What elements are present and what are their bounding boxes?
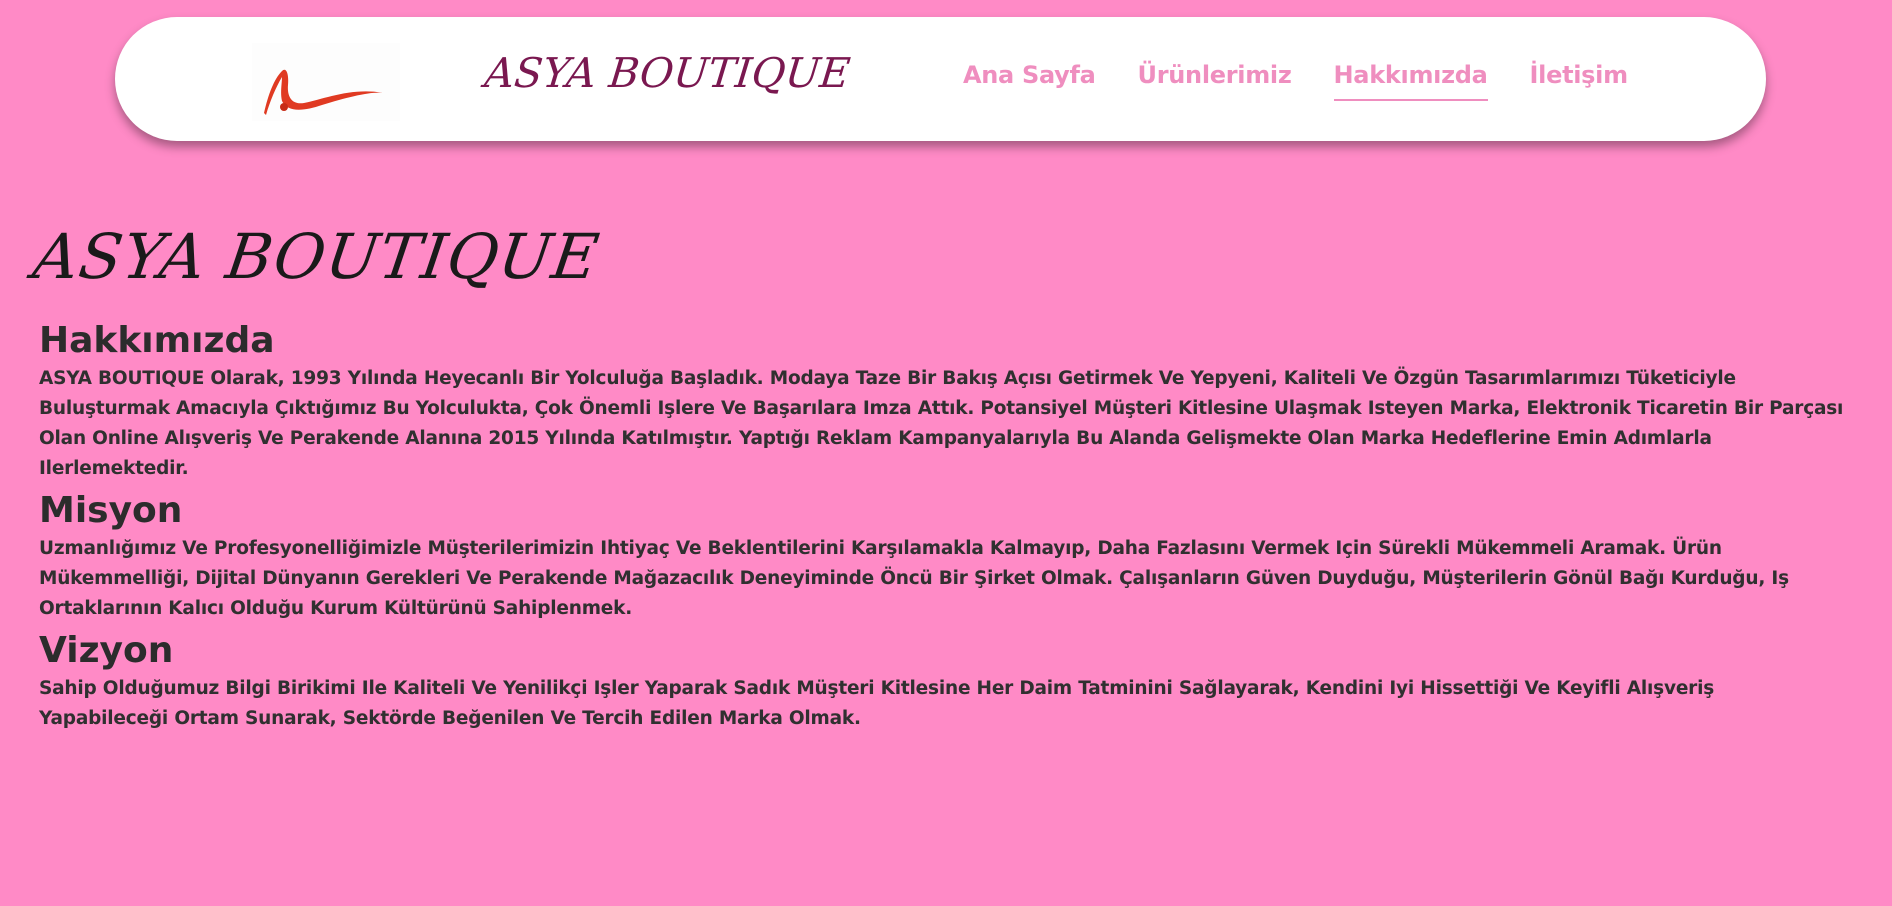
nav-link-iletisim[interactable]: İletişim	[1530, 61, 1629, 93]
section-heading-mission: Misyon	[39, 490, 183, 531]
nav-link-hakkimizda[interactable]: Hakkımızda	[1333, 61, 1488, 101]
section-text-about: ASYA BOUTIQUE Olarak, 1993 Yılında Heyec…	[39, 368, 1844, 479]
main-nav: Ana Sayfa Ürünlerimiz Hakkımızda İletişi…	[963, 61, 1629, 101]
top-navbar: ASYA BOUTIQUE Ana Sayfa Ürünlerimiz Hakk…	[115, 17, 1766, 141]
brand-name[interactable]: ASYA BOUTIQUE	[482, 49, 852, 97]
section-text-vision: Sahip Olduğumuz Bilgi Birikimi Ile Kalit…	[39, 678, 1715, 729]
section-heading-vision: Vizyon	[39, 630, 174, 671]
page-hero-title: ASYA BOUTIQUE	[28, 220, 604, 293]
section-heading-about: Hakkımızda	[39, 320, 275, 361]
nav-link-urunlerimiz[interactable]: Ürünlerimiz	[1138, 61, 1292, 93]
about-content: Hakkımızda ASYA BOUTIQUE Olarak, 1993 Yı…	[39, 318, 1844, 738]
brand-logo[interactable]	[252, 43, 400, 121]
nav-link-ana-sayfa[interactable]: Ana Sayfa	[963, 61, 1096, 93]
section-text-mission: Uzmanlığımız Ve Profesyonelliğimizle Müş…	[39, 538, 1789, 619]
brushstroke-a-logo-icon	[264, 69, 384, 115]
